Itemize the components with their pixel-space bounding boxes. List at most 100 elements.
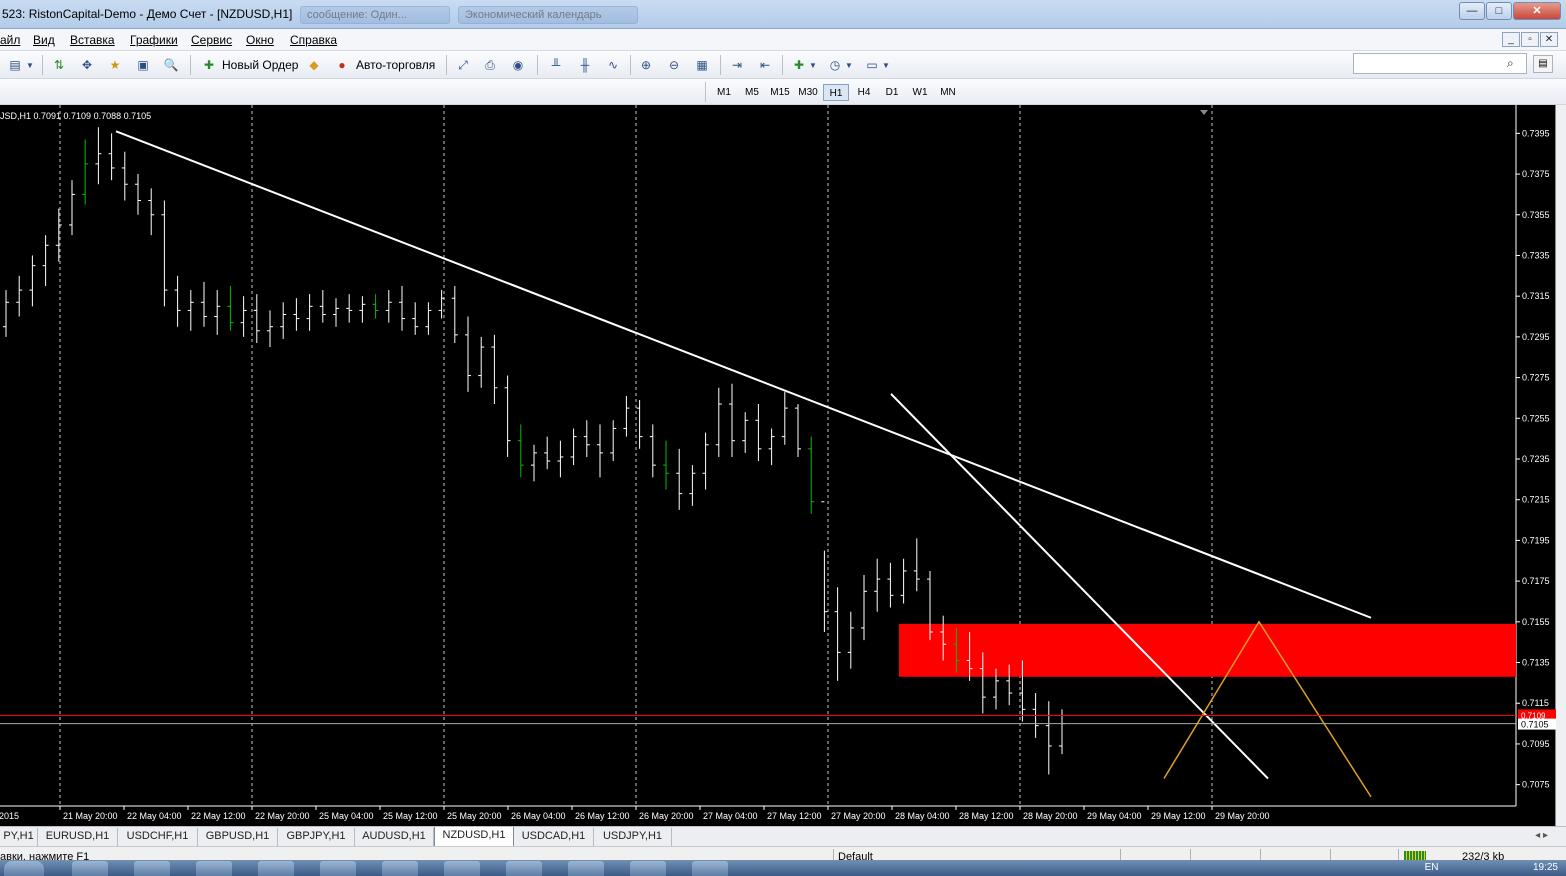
app-icon[interactable] xyxy=(630,861,666,876)
x-tick-label: 25 May 12:00 xyxy=(383,811,438,821)
y-tick-label: 0.7135 xyxy=(1522,658,1550,668)
zoom-in-icon[interactable]: ⊕ xyxy=(637,56,655,74)
background-windows: сообщение: Один... Экономический календа… xyxy=(290,4,710,26)
x-tick-label: 26 May 12:00 xyxy=(575,811,630,821)
x-tick-label: 2015 xyxy=(0,811,19,821)
ghost-window-2[interactable]: Экономический календарь xyxy=(458,6,638,24)
close-button[interactable]: ✕ xyxy=(1513,2,1561,20)
market-watch-icon[interactable]: ⇅ xyxy=(50,56,68,74)
y-tick-label: 0.7235 xyxy=(1522,454,1550,464)
status-bar: авки, нажмите F1 Default 232/3 kb xyxy=(0,846,1566,863)
tab-eurusd[interactable]: EURUSD,H1 xyxy=(38,828,118,846)
menu-help[interactable]: Справка xyxy=(290,33,337,47)
menu-tools[interactable]: Сервис xyxy=(191,33,232,47)
menu-bar: айл Вид Вставка Графики Сервис Окно Спра… xyxy=(0,29,1566,51)
tab-usdchf[interactable]: USDCHF,H1 xyxy=(118,828,198,846)
start-button-icon[interactable] xyxy=(4,861,44,876)
clock[interactable]: 19:25 xyxy=(1533,862,1558,873)
tab-usdjpy[interactable]: USDJPY,H1 xyxy=(594,828,672,846)
yandex-icon[interactable] xyxy=(382,861,418,876)
fullscreen-icon[interactable]: ⤢ xyxy=(454,56,472,74)
search-icon[interactable]: ⌕ xyxy=(1507,56,1523,72)
dropdown-arrow-icon[interactable]: ▼ xyxy=(881,56,891,74)
browser-icon[interactable] xyxy=(72,861,108,876)
app-icon[interactable] xyxy=(444,861,480,876)
chart-window[interactable]: 0.7395 0.7375 0.7355 0.7335 0.7315 0.7295 0.72… xyxy=(0,105,1556,826)
window-title: 523: RistonCapital-Demo - Демо Счет - [N… xyxy=(2,7,293,21)
mdi-close-button[interactable]: ✕ xyxy=(1540,32,1558,47)
timeframe-w1[interactable]: W1 xyxy=(907,84,933,101)
timeframe-m1[interactable]: M1 xyxy=(711,84,737,101)
chart-scrollbar[interactable] xyxy=(1556,105,1566,826)
tile-windows-icon[interactable]: ▦ xyxy=(693,56,711,74)
search-input[interactable] xyxy=(1353,53,1527,74)
dropdown-arrow-icon[interactable]: ▼ xyxy=(844,56,854,74)
toolbar-separator xyxy=(190,55,191,75)
ghost-window-1[interactable]: сообщение: Один... xyxy=(300,6,450,24)
app-icon[interactable] xyxy=(568,861,604,876)
bar-chart-icon[interactable]: ╨ xyxy=(547,56,565,74)
templates-icon[interactable]: ▭ xyxy=(863,56,881,74)
menu-insert[interactable]: Вставка xyxy=(70,33,115,47)
candlestick-icon[interactable]: ╫ xyxy=(576,56,594,74)
tab-gbpjpy-partial[interactable]: PY,H1 xyxy=(0,828,38,846)
explorer-icon[interactable] xyxy=(134,861,170,876)
mdi-minimize-button[interactable]: _ xyxy=(1502,32,1520,47)
price-chart[interactable]: 0.7395 0.7375 0.7355 0.7335 0.7315 0.7295 0.72… xyxy=(0,105,1556,826)
timeframe-mn[interactable]: MN xyxy=(935,84,961,101)
indicators-icon[interactable]: ✚ xyxy=(790,56,808,74)
tab-audusd[interactable]: AUDUSD,H1 xyxy=(355,828,434,846)
print-icon[interactable]: ⎙ xyxy=(481,56,499,74)
menu-window[interactable]: Окно xyxy=(246,33,274,47)
community-icon[interactable]: ▤ xyxy=(1533,55,1553,73)
y-tick-label: 0.7375 xyxy=(1522,169,1550,179)
y-tick-label: 0.7255 xyxy=(1522,413,1550,423)
tab-usdcad[interactable]: USDCAD,H1 xyxy=(514,828,594,846)
terminal-icon[interactable]: ▣ xyxy=(134,56,152,74)
x-tick-label: 28 May 20:00 xyxy=(1023,811,1078,821)
timeframe-m30[interactable]: M30 xyxy=(795,84,821,101)
new-chart-icon[interactable]: ▤ xyxy=(6,56,24,74)
chart-shift-icon[interactable]: ⇤ xyxy=(756,56,774,74)
tab-gbpusd[interactable]: GBPUSD,H1 xyxy=(198,828,278,846)
maximize-button[interactable]: □ xyxy=(1486,2,1512,20)
menu-view[interactable]: Вид xyxy=(33,33,55,47)
y-tick-label: 0.7335 xyxy=(1522,250,1550,260)
os-taskbar: EN 19:25 xyxy=(0,860,1566,876)
navigator-icon[interactable]: ★ xyxy=(106,56,124,74)
timeframe-d1[interactable]: D1 xyxy=(879,84,905,101)
menu-charts[interactable]: Графики xyxy=(130,33,178,47)
language-indicator[interactable]: EN xyxy=(1425,862,1439,873)
line-chart-icon[interactable]: ∿ xyxy=(604,56,622,74)
periods-icon[interactable]: ◷ xyxy=(826,56,844,74)
trendline-minor xyxy=(890,393,1269,780)
dropdown-arrow-icon[interactable]: ▼ xyxy=(808,56,818,74)
timeframe-h1[interactable]: H1 xyxy=(823,84,849,101)
menu-file[interactable]: айл xyxy=(0,33,20,47)
firefox-icon[interactable] xyxy=(258,861,294,876)
timeframe-m15[interactable]: M15 xyxy=(767,84,793,101)
timeframe-m5[interactable]: M5 xyxy=(739,84,765,101)
autotrading-icon[interactable]: ● xyxy=(333,56,351,74)
zoom-out-icon[interactable]: ⊖ xyxy=(665,56,683,74)
minimize-button[interactable]: — xyxy=(1459,2,1485,20)
new-order-button[interactable]: Новый Ордер xyxy=(222,58,298,72)
autotrading-button[interactable]: Авто-торговля xyxy=(356,58,435,72)
tab-nzdusd[interactable]: NZDUSD,H1 xyxy=(434,827,514,847)
mdi-restore-button[interactable]: ▫ xyxy=(1521,32,1539,47)
app-icon[interactable] xyxy=(692,861,728,876)
new-order-icon[interactable]: ✚ xyxy=(200,56,218,74)
metaeditor-icon[interactable]: ◆ xyxy=(305,56,323,74)
x-tick-label: 29 May 04:00 xyxy=(1087,811,1142,821)
tab-gbpjpy[interactable]: GBPJPY,H1 xyxy=(278,828,355,846)
dropdown-arrow-icon[interactable]: ▼ xyxy=(24,56,36,74)
timeframe-h4[interactable]: H4 xyxy=(851,84,877,101)
data-window-icon[interactable]: ✥ xyxy=(78,56,96,74)
tab-scroll-arrows-icon[interactable]: ◂ ▸ xyxy=(1535,830,1548,841)
metatrader-icon[interactable] xyxy=(506,861,542,876)
autoscroll-icon[interactable]: ⇥ xyxy=(728,56,746,74)
strategy-tester-icon[interactable]: 🔍 xyxy=(162,56,180,74)
app-icon[interactable] xyxy=(320,861,356,876)
app-icon[interactable] xyxy=(196,861,232,876)
signals-icon[interactable]: ◉ xyxy=(509,56,527,74)
